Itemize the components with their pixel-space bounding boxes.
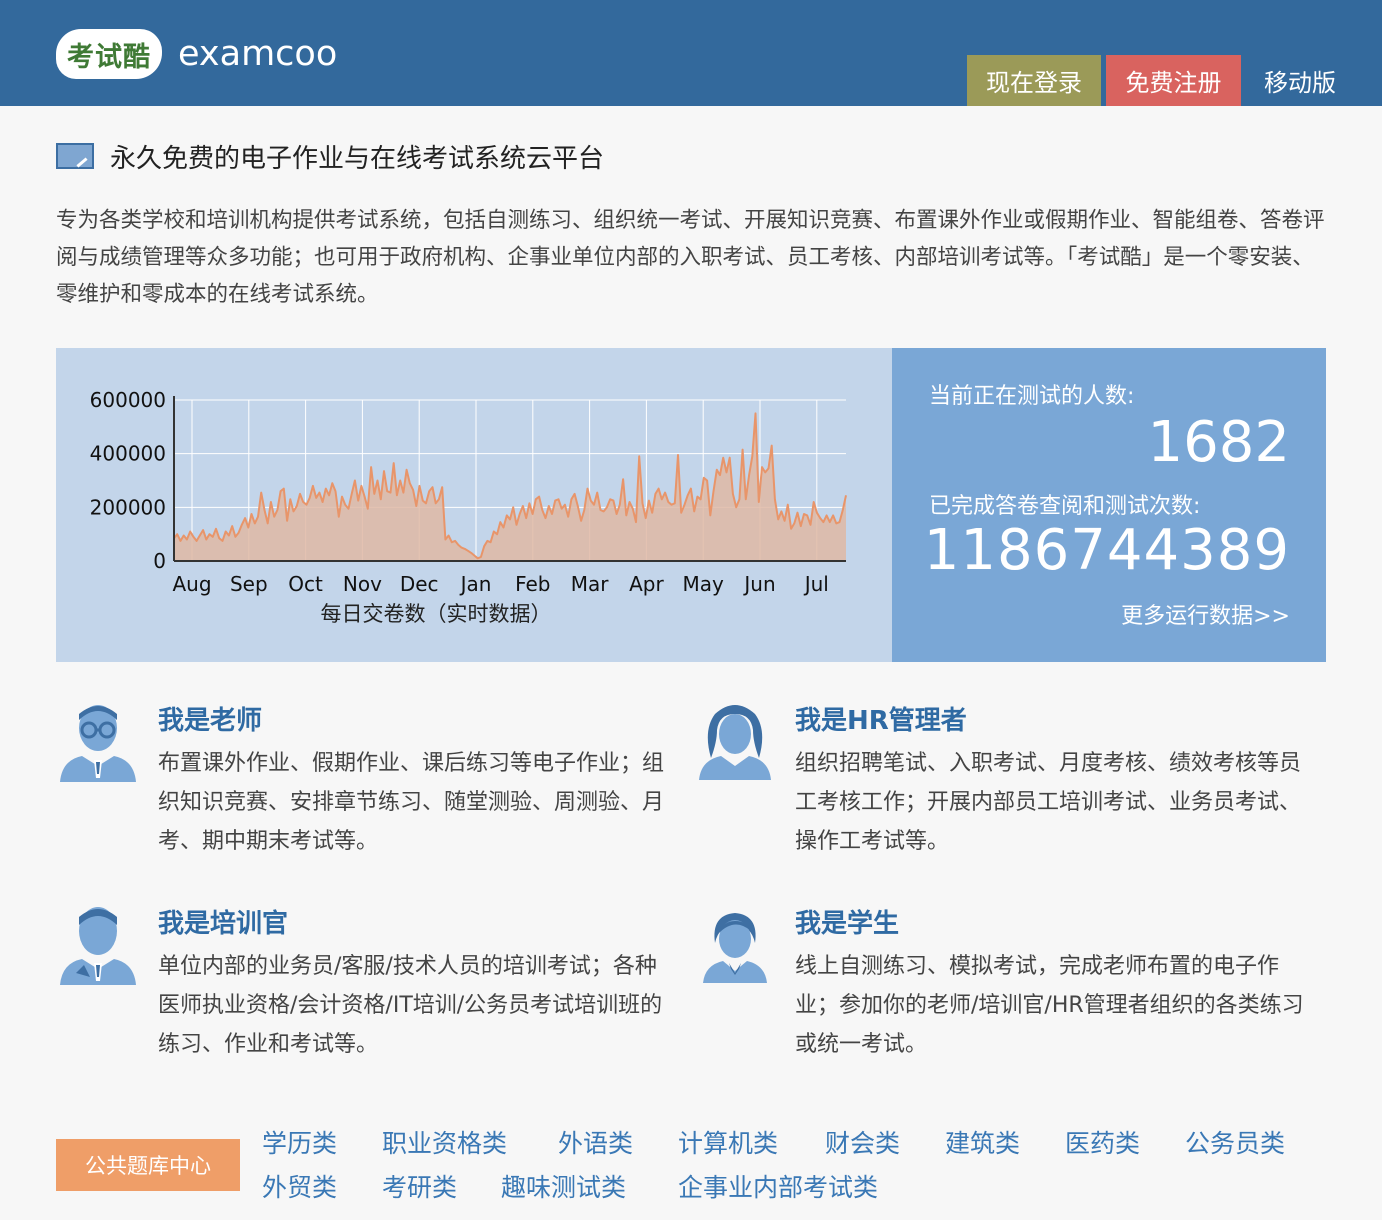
bank-category-link[interactable]: 计算机类 bbox=[678, 1124, 778, 1160]
role-hr: 我是HR管理者 组织招聘笔试、入职考试、月度考核、绩效考核等员工考核工作；开展内… bbox=[693, 700, 1253, 860]
daily-submissions-chart: Aug Sep Oct Nov Dec Jan Feb Mar Apr May Jun Jul 6000… bbox=[56, 348, 892, 662]
register-button[interactable]: 免费注册 bbox=[1106, 55, 1241, 106]
mobile-version-link[interactable]: 移动版 bbox=[1245, 55, 1355, 106]
role-teacher: 我是老师 布置课外作业、假期作业、课后练习等电子作业；组织知识竞赛、安排章节练习… bbox=[56, 700, 616, 860]
intro-description: 专为各类学校和培训机构提供考试系统，包括自测练习、组织统一考试、开展知识竞赛、布… bbox=[56, 202, 1331, 313]
chart-x-tick-label: Mar bbox=[571, 572, 610, 596]
question-bank-bar: 公共题库中心 学历类 职业资格类 外语类 计算机类 财会类 建筑类 医药类 公务… bbox=[56, 1120, 1336, 1210]
testing-now-count: 1682 bbox=[1147, 410, 1290, 475]
chart-x-tick-label: Nov bbox=[343, 572, 382, 596]
page-title: 永久免费的电子作业与在线考试系统云平台 bbox=[110, 138, 604, 175]
chart-x-tick-label: Dec bbox=[400, 572, 439, 596]
chart-y-tick-label: 600000 bbox=[90, 388, 166, 412]
site-header: 考试酷 examcoo 现在登录 免费注册 移动版 bbox=[0, 0, 1382, 106]
login-button[interactable]: 现在登录 bbox=[967, 55, 1101, 106]
chart-x-tick-label: Jun bbox=[742, 572, 775, 596]
role-hr-title[interactable]: 我是HR管理者 bbox=[795, 700, 967, 737]
testing-now-label: 当前正在测试的人数: bbox=[929, 378, 1134, 410]
bank-category-link[interactable]: 外贸类 bbox=[262, 1168, 337, 1204]
trainer-avatar-icon bbox=[56, 903, 140, 987]
chart-x-tick-label: Apr bbox=[629, 572, 664, 596]
bank-category-link[interactable]: 医药类 bbox=[1065, 1124, 1140, 1160]
bank-category-link[interactable]: 建筑类 bbox=[945, 1124, 1020, 1160]
site-logo[interactable]: 考试酷 examcoo bbox=[56, 28, 337, 80]
bank-category-link[interactable]: 财会类 bbox=[825, 1124, 900, 1160]
bank-category-link[interactable]: 企事业内部考试类 bbox=[678, 1168, 878, 1204]
hr-avatar-icon bbox=[693, 700, 777, 784]
logo-text: examcoo bbox=[178, 34, 337, 74]
chart-y-tick-label: 400000 bbox=[90, 442, 166, 466]
student-avatar-icon bbox=[693, 903, 777, 987]
chart-x-tick-label: May bbox=[683, 572, 725, 596]
chart-x-tick-label: Feb bbox=[515, 572, 550, 596]
bank-category-link[interactable]: 学历类 bbox=[262, 1124, 337, 1160]
teacher-avatar-icon bbox=[56, 700, 140, 784]
role-student-description: 线上自测练习、模拟考试，完成老师布置的电子作业；参加你的老师/培训官/HR管理者… bbox=[795, 947, 1305, 1064]
role-student: 我是学生 线上自测练习、模拟考试，完成老师布置的电子作业；参加你的老师/培训官/… bbox=[693, 903, 1253, 1063]
bank-category-link[interactable]: 趣味测试类 bbox=[501, 1168, 626, 1204]
chart-x-tick-label: Aug bbox=[172, 572, 211, 596]
edit-card-icon bbox=[56, 143, 94, 169]
intro-title-row: 永久免费的电子作业与在线考试系统云平台 bbox=[56, 138, 604, 174]
more-stats-link[interactable]: 更多运行数据>> bbox=[1121, 598, 1290, 630]
live-stats-box: 当前正在测试的人数: 1682 已完成答卷查阅和测试次数: 1186744389… bbox=[892, 348, 1326, 662]
chart-x-tick-label: Sep bbox=[230, 572, 268, 596]
bank-category-link[interactable]: 公务员类 bbox=[1185, 1124, 1285, 1160]
role-trainer-title[interactable]: 我是培训官 bbox=[158, 903, 288, 940]
question-bank-center-button[interactable]: 公共题库中心 bbox=[56, 1139, 240, 1191]
logo-badge: 考试酷 bbox=[56, 29, 162, 79]
chart-x-tick-label: Jan bbox=[459, 572, 492, 596]
completed-tests-label: 已完成答卷查阅和测试次数: bbox=[929, 488, 1200, 520]
chart-x-tick-label: Oct bbox=[288, 572, 323, 596]
chart-xlabel: 每日交卷数（实时数据） bbox=[56, 598, 816, 628]
completed-tests-count: 1186744389 bbox=[924, 518, 1290, 583]
role-trainer: 我是培训官 单位内部的业务员/客服/技术人员的培训考试；各种医师执业资格/会计资… bbox=[56, 903, 616, 1063]
chart-x-tick-label: Jul bbox=[803, 572, 829, 596]
stats-panel: Aug Sep Oct Nov Dec Jan Feb Mar Apr May Jun Jul 6000… bbox=[56, 348, 1326, 662]
role-trainer-description: 单位内部的业务员/客服/技术人员的培训考试；各种医师执业资格/会计资格/IT培训… bbox=[158, 947, 668, 1064]
bank-category-link[interactable]: 外语类 bbox=[558, 1124, 633, 1160]
chart-y-tick-label: 0 bbox=[153, 549, 166, 573]
role-teacher-description: 布置课外作业、假期作业、课后练习等电子作业；组织知识竞赛、安排章节练习、随堂测验… bbox=[158, 744, 668, 861]
bank-category-link[interactable]: 考研类 bbox=[382, 1168, 457, 1204]
role-teacher-title[interactable]: 我是老师 bbox=[158, 700, 262, 737]
role-hr-description: 组织招聘笔试、入职考试、月度考核、绩效考核等员工考核工作；开展内部员工培训考试、… bbox=[795, 744, 1305, 861]
role-student-title[interactable]: 我是学生 bbox=[795, 903, 899, 940]
bank-category-link[interactable]: 职业资格类 bbox=[382, 1124, 507, 1160]
chart-y-tick-label: 200000 bbox=[90, 495, 166, 519]
